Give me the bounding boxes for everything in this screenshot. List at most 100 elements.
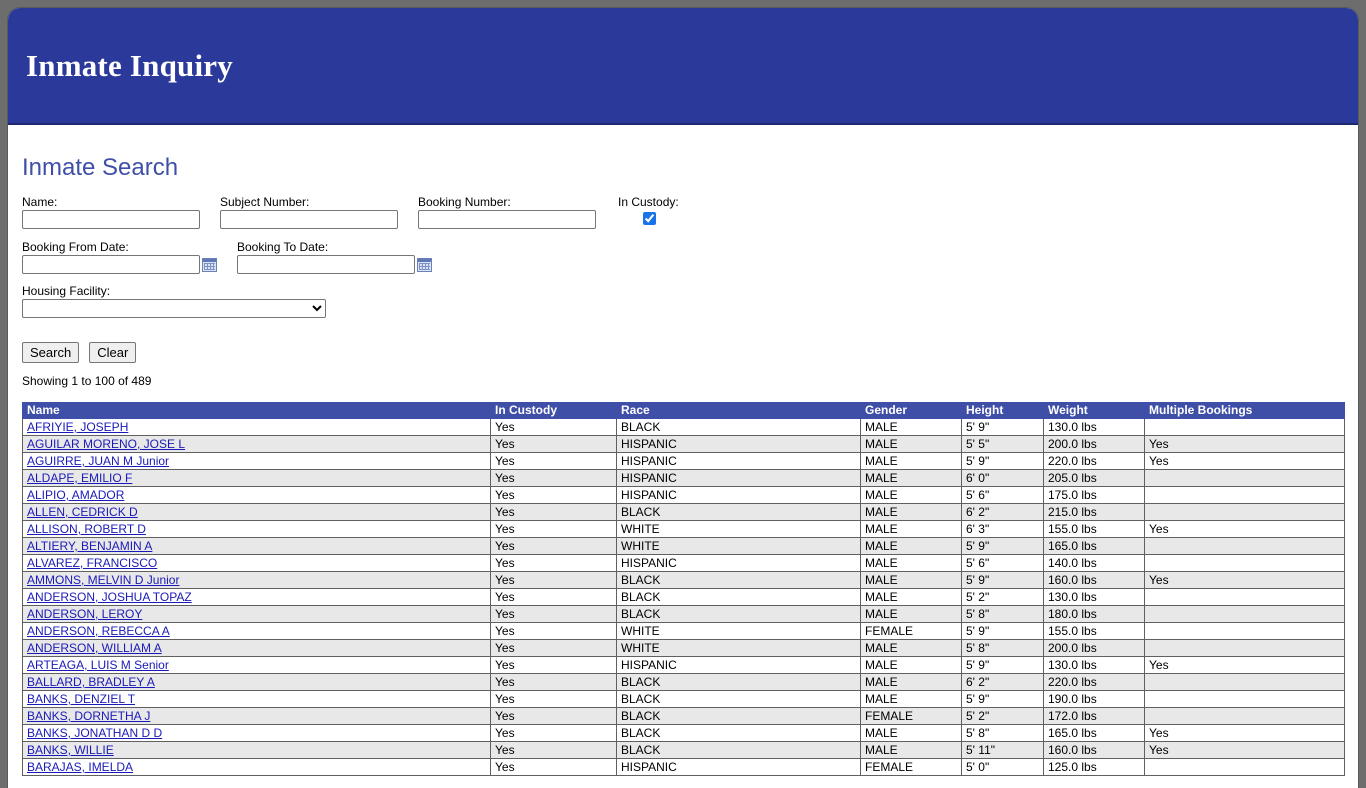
cell-weight: 125.0 lbs xyxy=(1043,758,1145,776)
cell-race: HISPANIC xyxy=(616,656,861,674)
table-row: BANKS, WILLIE Yes BLACK MALE 5' 11" 160.0 lbs… xyxy=(22,741,1345,759)
cell-in-custody: Yes xyxy=(490,622,617,640)
inmate-name-link[interactable]: ALTIERY, BENJAMIN A xyxy=(27,539,152,553)
inmate-name-link[interactable]: BALLARD, BRADLEY A xyxy=(27,675,155,689)
cell-name: ANDERSON, WILLIAM A xyxy=(22,639,491,657)
cell-height: 5' 9" xyxy=(961,622,1044,640)
table-row: ANDERSON, REBECCA A Yes WHITE FEMALE 5' 9" 15… xyxy=(22,622,1345,640)
inmate-name-link[interactable]: BANKS, DORNETHA J xyxy=(27,709,150,723)
cell-name: BARAJAS, IMELDA xyxy=(22,758,491,776)
cell-in-custody: Yes xyxy=(490,673,617,691)
cell-multiple-bookings xyxy=(1144,537,1345,555)
booking-from-label: Booking From Date: xyxy=(22,240,129,254)
inmate-name-link[interactable]: AMMONS, MELVIN D Junior xyxy=(27,573,179,587)
inmate-name-link[interactable]: ANDERSON, LEROY xyxy=(27,607,142,621)
table-row: ANDERSON, LEROY Yes BLACK MALE 5' 8" 180.0 lb… xyxy=(22,605,1345,623)
cell-height: 6' 2" xyxy=(961,673,1044,691)
cell-in-custody: Yes xyxy=(490,588,617,606)
search-button[interactable]: Search xyxy=(22,342,80,363)
cell-height: 5' 9" xyxy=(961,690,1044,708)
inmate-name-link[interactable]: ANDERSON, REBECCA A xyxy=(27,624,170,638)
table-row: BANKS, JONATHAN D D Yes BLACK MALE 5' 8" 165.… xyxy=(22,724,1345,742)
inmate-name-link[interactable]: AGUIRRE, JUAN M Junior xyxy=(27,454,169,468)
calendar-icon[interactable] xyxy=(202,257,217,272)
inmate-name-link[interactable]: ANDERSON, JOSHUA TOPAZ xyxy=(27,590,192,604)
cell-race: BLACK xyxy=(616,418,861,436)
results-summary: Showing 1 to 100 of 489 xyxy=(22,374,152,388)
cell-multiple-bookings xyxy=(1144,639,1345,657)
inmate-name-link[interactable]: ALLISON, ROBERT D xyxy=(27,522,146,536)
inmate-name-link[interactable]: BANKS, JONATHAN D D xyxy=(27,726,162,740)
cell-multiple-bookings xyxy=(1144,554,1345,572)
table-row: ANDERSON, WILLIAM A Yes WHITE MALE 5' 8" 200.… xyxy=(22,639,1345,657)
table-body: AFRIYIE, JOSEPH Yes BLACK MALE 5' 9" 130.0 lb… xyxy=(22,418,1345,776)
inmate-name-link[interactable]: ALVAREZ, FRANCISCO xyxy=(27,556,157,570)
cell-weight: 175.0 lbs xyxy=(1043,486,1145,504)
cell-height: 5' 8" xyxy=(961,639,1044,657)
subject-number-label: Subject Number: xyxy=(220,195,310,209)
cell-race: WHITE xyxy=(616,622,861,640)
cell-in-custody: Yes xyxy=(490,605,617,623)
name-input[interactable] xyxy=(22,210,200,229)
inmate-name-link[interactable]: ALDAPE, EMILIO F xyxy=(27,471,132,485)
booking-number-input[interactable] xyxy=(418,210,596,229)
cell-height: 5' 9" xyxy=(961,537,1044,555)
cell-height: 5' 9" xyxy=(961,452,1044,470)
booking-from-date-input[interactable] xyxy=(22,255,200,274)
cell-in-custody: Yes xyxy=(490,758,617,776)
cell-height: 5' 2" xyxy=(961,707,1044,725)
cell-name: ALIPIO, AMADOR xyxy=(22,486,491,504)
calendar-icon[interactable] xyxy=(417,257,432,272)
booking-to-date-input[interactable] xyxy=(237,255,415,274)
inmate-name-link[interactable]: ALIPIO, AMADOR xyxy=(27,488,124,502)
cell-name: BANKS, DORNETHA J xyxy=(22,707,491,725)
cell-weight: 215.0 lbs xyxy=(1043,503,1145,521)
cell-race: HISPANIC xyxy=(616,758,861,776)
cell-height: 5' 8" xyxy=(961,724,1044,742)
cell-weight: 130.0 lbs xyxy=(1043,418,1145,436)
table-row: ALIPIO, AMADOR Yes HISPANIC MALE 5' 6" 175.0 … xyxy=(22,486,1345,504)
inmate-name-link[interactable]: AFRIYIE, JOSEPH xyxy=(27,420,128,434)
cell-race: BLACK xyxy=(616,690,861,708)
booking-to-field-group: Booking To Date: xyxy=(237,240,432,274)
cell-race: BLACK xyxy=(616,588,861,606)
cell-weight: 140.0 lbs xyxy=(1043,554,1145,572)
table-row: AGUILAR MORENO, JOSE L Yes HISPANIC MALE 5' … xyxy=(22,435,1345,453)
cell-weight: 200.0 lbs xyxy=(1043,639,1145,657)
clear-button[interactable]: Clear xyxy=(89,342,137,363)
inmate-name-link[interactable]: BARAJAS, IMELDA xyxy=(27,760,133,774)
subject-number-input[interactable] xyxy=(220,210,398,229)
inmate-name-link[interactable]: ANDERSON, WILLIAM A xyxy=(27,641,162,655)
cell-weight: 180.0 lbs xyxy=(1043,605,1145,623)
cell-weight: 172.0 lbs xyxy=(1043,707,1145,725)
inmate-name-link[interactable]: ALLEN, CEDRICK D xyxy=(27,505,138,519)
inmate-name-link[interactable]: AGUILAR MORENO, JOSE L xyxy=(27,437,185,451)
table-row: ALLEN, CEDRICK D Yes BLACK MALE 6' 2" 215.0 l… xyxy=(22,503,1345,521)
cell-gender: FEMALE xyxy=(860,622,962,640)
cell-height: 5' 2" xyxy=(961,588,1044,606)
cell-gender: MALE xyxy=(860,435,962,453)
cell-name: AFRIYIE, JOSEPH xyxy=(22,418,491,436)
cell-name: ANDERSON, JOSHUA TOPAZ xyxy=(22,588,491,606)
cell-in-custody: Yes xyxy=(490,452,617,470)
inmate-name-link[interactable]: BANKS, DENZIEL T xyxy=(27,692,135,706)
cell-gender: MALE xyxy=(860,537,962,555)
cell-name: ANDERSON, REBECCA A xyxy=(22,622,491,640)
in-custody-label: In Custody: xyxy=(618,195,679,209)
cell-multiple-bookings: Yes xyxy=(1144,452,1345,470)
housing-facility-label: Housing Facility: xyxy=(22,284,111,298)
table-row: BARAJAS, IMELDA Yes HISPANIC FEMALE 5' 0" 125… xyxy=(22,758,1345,776)
inmate-name-link[interactable]: BANKS, WILLIE xyxy=(27,743,114,757)
column-header-height: Height xyxy=(961,402,1044,419)
cell-weight: 165.0 lbs xyxy=(1043,537,1145,555)
cell-multiple-bookings: Yes xyxy=(1144,435,1345,453)
housing-facility-field-group: Housing Facility: xyxy=(22,284,326,318)
housing-facility-select[interactable] xyxy=(22,299,326,318)
cell-in-custody: Yes xyxy=(490,656,617,674)
cell-race: WHITE xyxy=(616,639,861,657)
booking-from-field-group: Booking From Date: xyxy=(22,240,217,274)
cell-in-custody: Yes xyxy=(490,690,617,708)
search-row-3: Housing Facility: xyxy=(22,284,1344,318)
in-custody-checkbox[interactable] xyxy=(643,212,656,225)
inmate-name-link[interactable]: ARTEAGA, LUIS M Senior xyxy=(27,658,169,672)
